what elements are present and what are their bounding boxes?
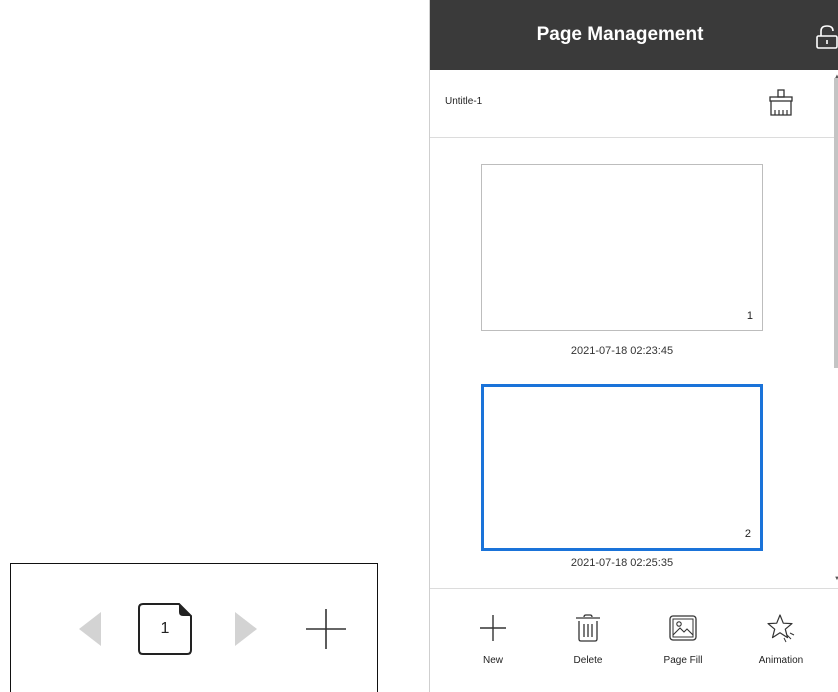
document-row: Untitle-1 [430,70,838,138]
document-name: Untitle-1 [445,96,483,107]
page-fill-label: Page Fill [663,655,703,666]
previous-page-icon[interactable] [75,600,103,658]
page-fill-button[interactable]: Page Fill [638,589,728,692]
page-timestamp-2: 2021-07-18 02:25:35 [570,557,674,569]
new-page-button[interactable]: New [448,589,538,692]
page-thumbnail-number: 2 [744,528,751,540]
image-icon [669,615,697,641]
plus-icon [480,615,506,641]
scroll-down-arrow-icon[interactable]: ▼ [834,576,838,582]
broom-icon[interactable] [766,88,796,118]
panel-title: Page Management [536,24,704,45]
new-page-label: New [482,655,503,666]
page-navigator: 1 [10,563,378,692]
delete-page-button[interactable]: Delete [543,589,633,692]
trash-icon [576,614,600,642]
page-thumbnail-1[interactable]: 1 [481,164,763,331]
star-icon [767,614,795,643]
page-timestamp-1: 2021-07-18 02:23:45 [570,345,674,357]
page-thumbnail-2[interactable]: 2 [481,384,763,551]
panel-header: Page Management [430,0,838,70]
animation-label: Animation [758,655,804,666]
add-page-icon[interactable] [304,607,348,651]
next-page-icon[interactable] [233,600,261,658]
scrollbar-thumb[interactable] [834,78,838,368]
delete-page-label: Delete [573,655,603,666]
page-management-panel: Page Management Untitle-1 1 2021-07-18 0… [429,0,838,692]
current-page-number: 1 [160,620,170,637]
page-toolbar: New Delete Page Fill Animation [430,588,838,692]
unlock-icon[interactable] [815,24,838,50]
page-list[interactable]: 1 2021-07-18 02:23:45 2 2021-07-18 02:25… [430,138,838,588]
page-thumbnail-number: 1 [746,310,753,322]
animation-button[interactable]: Animation [736,589,826,692]
current-page-indicator[interactable]: 1 [135,600,195,658]
